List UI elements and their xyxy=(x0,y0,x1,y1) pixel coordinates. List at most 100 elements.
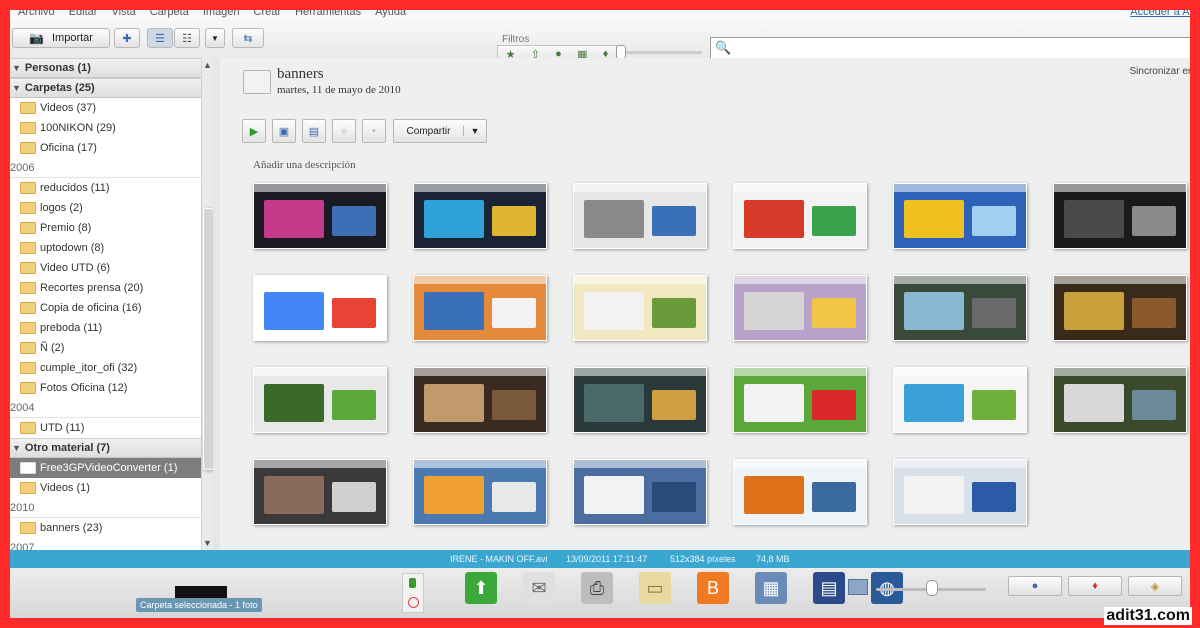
export-folder-icon[interactable]: ▭ xyxy=(639,572,671,604)
add-to-album-button[interactable]: ✚ xyxy=(114,28,140,48)
share-button[interactable]: Compartir ▼ xyxy=(393,119,487,143)
sidebar-year[interactable]: 2006 xyxy=(10,158,201,178)
sidebar-folder[interactable]: logos (2) xyxy=(10,198,201,218)
status-size: 74,8 MB xyxy=(756,554,790,564)
album-title[interactable]: banners xyxy=(277,66,324,83)
sidebar-folder[interactable]: Videos (1) xyxy=(10,478,201,498)
sidebar-label: banners (23) xyxy=(40,522,103,534)
expand-icon[interactable]: ▼ xyxy=(12,443,21,453)
collage-button[interactable]: ▣ xyxy=(272,119,296,143)
sidebar-folder[interactable]: cumple_itor_ofi (32) xyxy=(10,358,201,378)
save-button[interactable]: ▪ xyxy=(362,119,386,143)
photo-thumbnail[interactable] xyxy=(733,275,867,341)
thumbnail-block xyxy=(744,476,804,514)
photo-thumbnail[interactable] xyxy=(413,367,547,433)
photo-thumbnail[interactable] xyxy=(253,275,387,341)
scroll-up-icon[interactable]: ▲ xyxy=(203,60,212,70)
menu-item[interactable]: Archivo xyxy=(18,10,55,18)
star-button[interactable]: ★ xyxy=(332,119,356,143)
blogger-icon[interactable]: B xyxy=(697,572,729,604)
sidebar-folder[interactable]: Free3GPVideoConverter (1) xyxy=(10,458,201,478)
sidebar-folder[interactable]: Copia de oficina (16) xyxy=(10,298,201,318)
slideshow-button[interactable]: ⇆ xyxy=(232,28,264,48)
email-icon[interactable]: ✉ xyxy=(523,572,555,604)
sign-in-link[interactable]: Acceder a Al xyxy=(1130,10,1190,18)
hold-icon[interactable] xyxy=(409,578,416,588)
sidebar-folder[interactable]: Oficina (17) xyxy=(10,138,201,158)
sidebar-section[interactable]: ▼ Carpetas (25) xyxy=(10,78,201,98)
sidebar-year[interactable]: 2004 xyxy=(10,398,201,418)
menu-item[interactable]: Imagen xyxy=(203,10,240,18)
sidebar-year[interactable]: 2007 xyxy=(10,538,201,551)
photo-thumbnail[interactable] xyxy=(893,367,1027,433)
photo-thumbnail[interactable] xyxy=(733,459,867,525)
expand-icon[interactable]: ▼ xyxy=(12,83,21,93)
sidebar-folder[interactable]: Fotos Oficina (12) xyxy=(10,378,201,398)
view-dropdown-button[interactable]: ▼ xyxy=(205,28,225,48)
sidebar-year[interactable]: 2010 xyxy=(10,498,201,518)
photo-thumbnail[interactable] xyxy=(253,183,387,249)
photo-thumbnail[interactable] xyxy=(253,367,387,433)
sidebar-folder[interactable]: preboda (11) xyxy=(10,318,201,338)
photo-thumbnail[interactable] xyxy=(1053,367,1187,433)
tags-button[interactable]: ◈ xyxy=(1128,576,1182,596)
menu-item[interactable]: Ayuda xyxy=(375,10,406,18)
menu-item[interactable]: Editar xyxy=(69,10,98,18)
photo-thumbnail[interactable] xyxy=(1053,183,1187,249)
list-view-button[interactable]: ☰ xyxy=(147,28,173,48)
scroll-down-icon[interactable]: ▼ xyxy=(203,538,212,548)
date-filter-slider[interactable] xyxy=(618,51,702,54)
sidebar-section[interactable]: ▼ Otro material (7) xyxy=(10,438,201,458)
sidebar-section[interactable]: ▼ Personas (1) xyxy=(10,58,201,78)
movie-maker-icon[interactable]: ▤ xyxy=(813,572,845,604)
print-icon[interactable]: ⎙ xyxy=(581,572,613,604)
sidebar-folder[interactable]: reducidos (11) xyxy=(10,178,201,198)
thumbnail-block xyxy=(904,384,964,422)
album-date: martes, 11 de mayo de 2010 xyxy=(277,84,401,96)
sidebar-folder[interactable]: Ñ (2) xyxy=(10,338,201,358)
sidebar-folder[interactable]: Premio (8) xyxy=(10,218,201,238)
places-button[interactable]: ♦ xyxy=(1068,576,1122,596)
chevron-down-icon[interactable]: ▼ xyxy=(463,126,486,136)
sidebar-folder[interactable]: Video UTD (6) xyxy=(10,258,201,278)
upload-icon[interactable]: ⬆ xyxy=(465,572,497,604)
photo-thumbnail[interactable] xyxy=(253,459,387,525)
photo-thumbnail[interactable] xyxy=(893,183,1027,249)
clear-icon[interactable] xyxy=(408,597,419,608)
sidebar-folder[interactable]: UTD (11) xyxy=(10,418,201,438)
photo-thumbnail[interactable] xyxy=(573,275,707,341)
photo-thumbnail[interactable] xyxy=(413,459,547,525)
menu-item[interactable]: Crear xyxy=(254,10,282,18)
list-icon: ☰ xyxy=(155,32,165,45)
photo-thumbnail[interactable] xyxy=(573,183,707,249)
menu-item[interactable]: Vista xyxy=(111,10,135,18)
photo-thumbnail[interactable] xyxy=(1053,275,1187,341)
expand-icon[interactable]: ▼ xyxy=(12,63,21,73)
zoom-slider-knob[interactable] xyxy=(926,580,938,596)
add-description-link[interactable]: Añadir una descripción xyxy=(253,159,356,171)
photo-thumbnail[interactable] xyxy=(893,459,1027,525)
movie-button[interactable]: ▤ xyxy=(302,119,326,143)
menu-item[interactable]: Herramientas xyxy=(295,10,361,18)
photo-thumbnail[interactable] xyxy=(573,367,707,433)
date-filter-knob[interactable] xyxy=(616,45,626,59)
sidebar-folder[interactable]: banners (23) xyxy=(10,518,201,538)
sidebar-folder[interactable]: Recortes prensa (20) xyxy=(10,278,201,298)
photo-thumbnail[interactable] xyxy=(733,367,867,433)
sidebar-folder[interactable]: 100NIKON (29) xyxy=(10,118,201,138)
photo-thumbnail[interactable] xyxy=(893,275,1027,341)
thumbnail-block xyxy=(744,200,804,238)
collage-icon[interactable]: ▦ xyxy=(755,572,787,604)
tree-view-button[interactable]: ☷ xyxy=(174,28,200,48)
menu-item[interactable]: Carpeta xyxy=(150,10,189,18)
photo-thumbnail[interactable] xyxy=(413,183,547,249)
import-button[interactable]: 📷 Importar xyxy=(12,28,110,48)
play-slideshow-button[interactable]: ▶ xyxy=(242,119,266,143)
sidebar-folder[interactable]: Videos (37) xyxy=(10,98,201,118)
photo-thumbnail[interactable] xyxy=(573,459,707,525)
photo-thumbnail[interactable] xyxy=(413,275,547,341)
sidebar-folder[interactable]: uptodown (8) xyxy=(10,238,201,258)
thumbnail-block xyxy=(584,200,644,238)
photo-thumbnail[interactable] xyxy=(733,183,867,249)
people-button[interactable]: ● xyxy=(1008,576,1062,596)
